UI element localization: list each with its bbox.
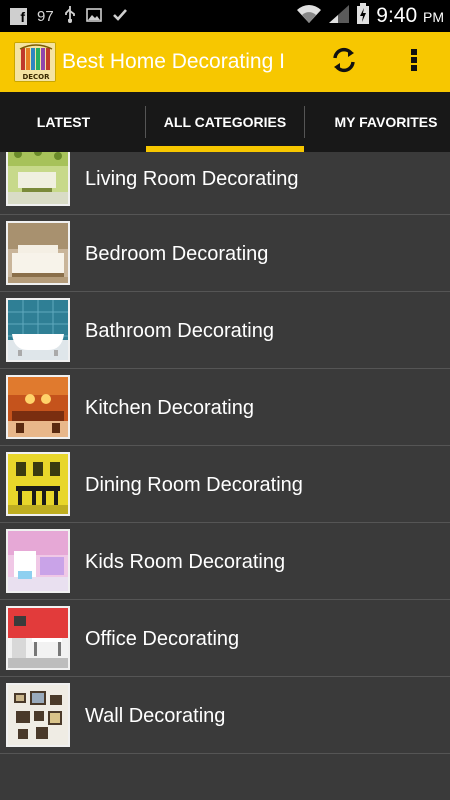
refresh-icon (331, 47, 357, 77)
app-title: Best Home Decorating I (62, 50, 285, 73)
clock-ampm: PM (423, 9, 444, 25)
category-label: Kitchen Decorating (85, 397, 254, 419)
tab-bar: LATEST ALL CATEGORIES MY FAVORITES (0, 92, 450, 152)
category-label: Dining Room Decorating (85, 474, 303, 496)
overflow-menu-button[interactable] (398, 44, 430, 80)
category-label: Wall Decorating (85, 705, 226, 727)
check-icon (112, 7, 128, 26)
category-label: Bathroom Decorating (85, 320, 274, 342)
list-item-wall[interactable]: Wall Decorating (0, 677, 450, 754)
battery-icon (356, 3, 370, 29)
dining-room-thumbnail (6, 452, 70, 516)
list-item-living-room[interactable]: Living Room Decorating (0, 152, 450, 215)
tab-divider (145, 106, 146, 138)
image-icon (85, 7, 102, 26)
list-item-office[interactable]: Office Decorating (0, 600, 450, 677)
list-item-dining-room[interactable]: Dining Room Decorating (0, 446, 450, 523)
usb-icon (64, 5, 76, 27)
category-label: Bedroom Decorating (85, 243, 269, 265)
category-label: Kids Room Decorating (85, 551, 286, 573)
living-room-thumbnail (6, 152, 70, 206)
kids-room-thumbnail (6, 529, 70, 593)
status-bar: f 97 9:40 PM (0, 0, 450, 32)
category-label: Office Decorating (85, 628, 240, 650)
signal-icon (328, 4, 350, 28)
more-vert-icon (410, 48, 418, 76)
list-item-bedroom[interactable]: Bedroom Decorating (0, 215, 450, 292)
bedroom-thumbnail (6, 221, 70, 285)
wall-thumbnail (6, 683, 70, 747)
category-label: Living Room Decorating (85, 168, 299, 190)
category-list[interactable]: Living Room Decorating Bedroom Decoratin… (0, 152, 450, 800)
facebook-icon: f (10, 7, 27, 25)
notification-count: 97 (37, 7, 54, 25)
office-thumbnail (6, 606, 70, 670)
clock-time: 9:40 (376, 4, 418, 27)
wifi-icon (296, 4, 322, 28)
app-logo-icon[interactable]: DECOR (14, 42, 56, 82)
tab-latest[interactable]: LATEST (0, 92, 127, 152)
kitchen-thumbnail (6, 375, 70, 439)
list-item-kitchen[interactable]: Kitchen Decorating (0, 369, 450, 446)
bathroom-thumbnail (6, 298, 70, 362)
tab-my-favorites[interactable]: MY FAVORITES (322, 92, 450, 152)
tab-divider (304, 106, 305, 138)
list-item-kids-room[interactable]: Kids Room Decorating (0, 523, 450, 600)
app-logo-label: DECOR (22, 73, 50, 81)
tab-all-categories[interactable]: ALL CATEGORIES (146, 92, 304, 152)
clock: 9:40 PM (376, 4, 444, 28)
refresh-button[interactable] (326, 44, 362, 80)
list-item-bathroom[interactable]: Bathroom Decorating (0, 292, 450, 369)
